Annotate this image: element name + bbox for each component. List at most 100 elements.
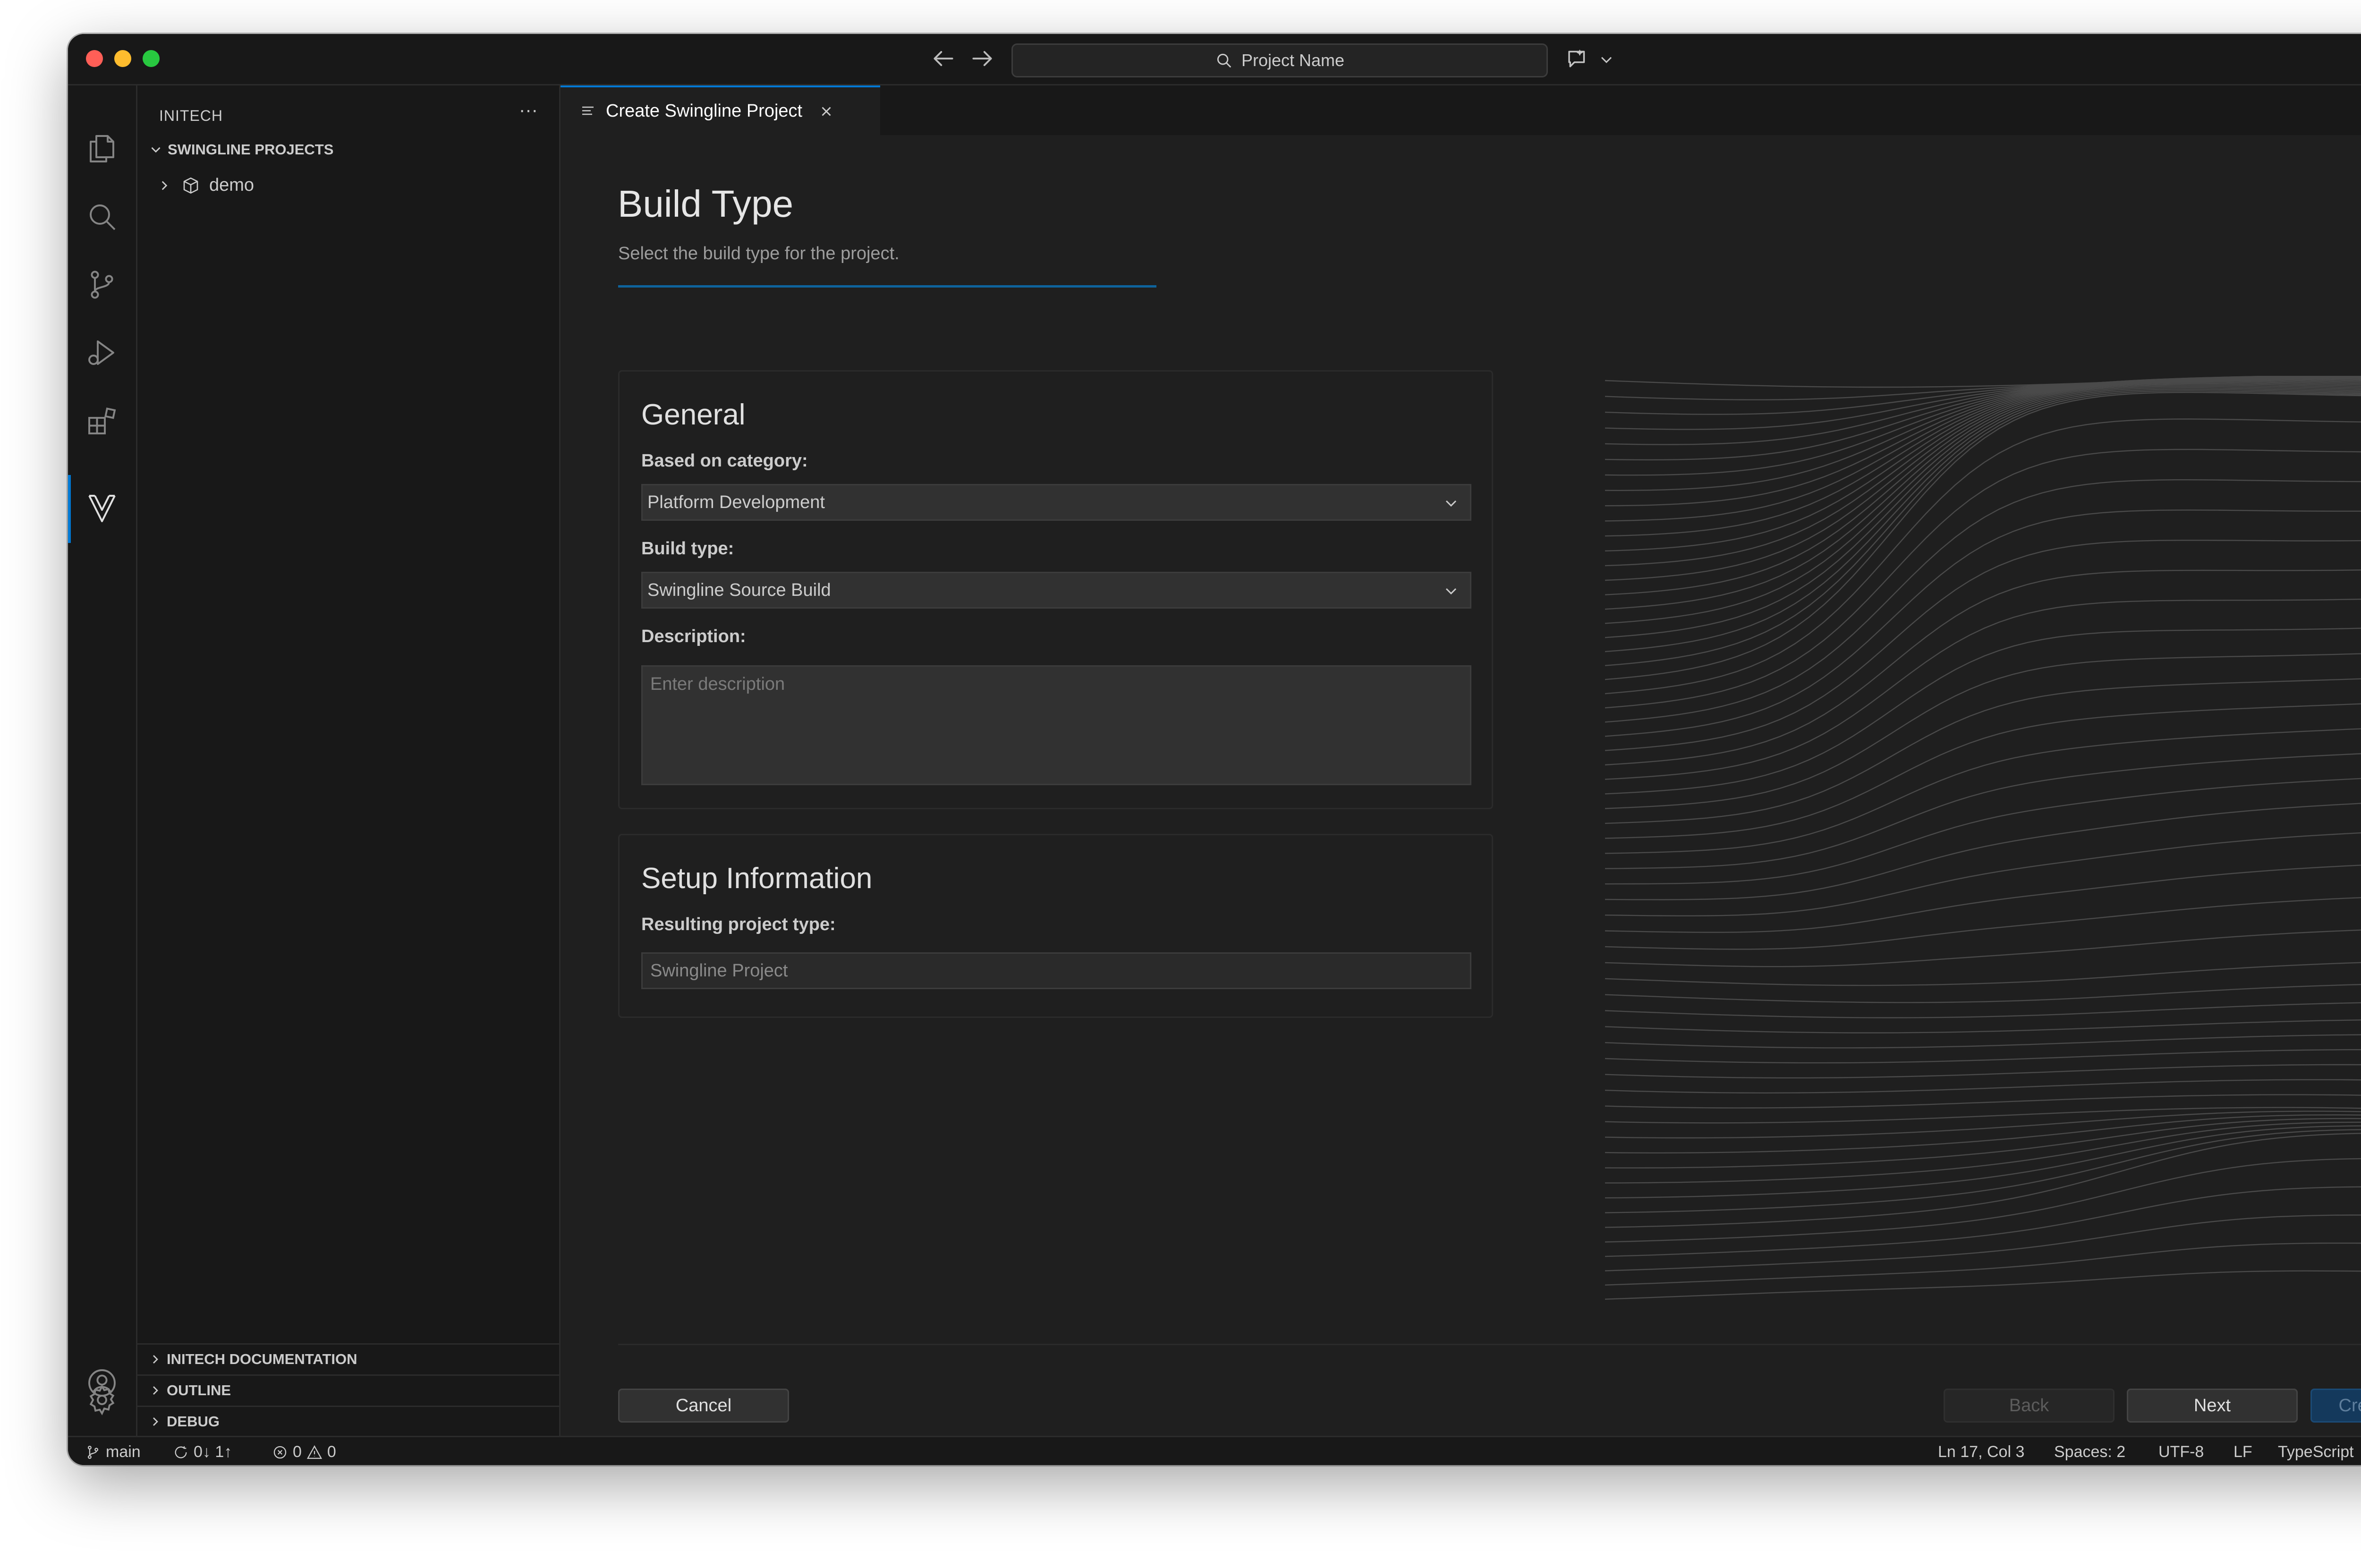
tab-create-swingline-project[interactable]: Create Swingline Project [561,85,880,135]
explorer-icon[interactable] [85,132,119,166]
wave-line [1605,1114,2361,1153]
chevron-down-icon[interactable] [1597,46,1616,72]
step-progress-bar [618,285,1156,288]
debug-section[interactable]: DEBUG [137,1406,559,1436]
sidebar-more-actions[interactable]: ··· [519,100,538,121]
copilot-chat-icon[interactable] [1565,46,1590,72]
wave-line [1605,865,2361,933]
tab-label: Create Swingline Project [606,101,803,121]
cursor-position[interactable]: Ln 17, Col 3 [1938,1443,2024,1461]
window-maximize-button[interactable] [143,50,160,67]
warning-count: 0 [327,1443,336,1461]
active-view-indicator [68,475,71,543]
description-placeholder: Enter description [650,674,785,694]
wave-line [1605,1110,2361,1139]
wave-line [1605,1214,2361,1271]
wave-line [1605,449,2361,709]
swingline-extension-icon[interactable] [85,492,119,525]
language-mode[interactable]: TypeScript [2278,1443,2354,1461]
general-card: General Based on category: Platform Deve… [618,370,1493,809]
wave-line [1605,1002,2361,1018]
next-button[interactable]: Next [2127,1389,2298,1423]
wizard-page: Build Type Select the build type for the… [561,135,2361,1436]
wave-line [1605,1079,2361,1094]
back-button[interactable]: Back [1944,1389,2115,1423]
wave-line [1605,1019,2361,1034]
tree-item-demo[interactable]: demo [156,175,254,195]
build-type-select[interactable]: Swingline Source Build [641,572,1471,609]
result-label: Resulting project type: [641,915,836,934]
encoding[interactable]: UTF-8 [2158,1443,2204,1461]
sync-counts: 0↓ 1↑ [194,1443,232,1461]
decorative-wave-art [1605,376,2361,1301]
error-icon [273,1446,287,1458]
source-control-icon[interactable] [85,268,119,302]
back-arrow-icon[interactable] [930,45,957,72]
wave-line [1605,1133,2361,1228]
tree-item-label: demo [209,175,255,195]
create-project-button[interactable]: Create Project [2310,1389,2361,1423]
description-textarea[interactable]: Enter description [641,665,1471,785]
build-type-value: Swingline Source Build [647,580,831,600]
build-type-label: Build type: [641,539,734,559]
initech-documentation-section[interactable]: INITECH DOCUMENTATION [137,1343,559,1373]
chevron-down-icon [1442,582,1461,601]
command-center-search[interactable]: Project Name [1011,43,1548,77]
wave-line [1605,1242,2361,1286]
extensions-icon[interactable] [85,404,119,438]
status-bar: main 0↓ 1↑ 0 0 Ln 17, Col 3 Spaces: 2 UT… [68,1436,2361,1465]
wave-line [1605,929,2361,967]
wave-line [1605,384,2361,610]
window-close-button[interactable] [86,50,103,67]
wave-line [1605,728,2361,854]
activity-bar [68,85,137,1436]
description-label: Description: [641,627,746,646]
wave-line [1605,377,2361,492]
result-value: Swingline Project [650,960,788,981]
sync-icon [175,1446,187,1458]
package-icon [181,176,201,195]
search-icon[interactable] [85,200,119,234]
section-label: SWINGLINE PROJECTS [168,141,334,158]
wave-line [1605,1270,2361,1300]
end-of-line[interactable]: LF [2234,1443,2252,1461]
wave-line [1605,1064,2361,1079]
preview-icon [579,103,596,120]
cancel-button[interactable]: Cancel [618,1389,789,1423]
title-bar: Project Name [68,34,2361,85]
warning-icon [306,1445,323,1459]
category-select[interactable]: Platform Development [641,484,1471,521]
run-and-debug-icon[interactable] [85,336,119,370]
wave-line [1605,1034,2361,1049]
wave-line [1605,1107,2361,1124]
branch-name: main [106,1443,141,1461]
problems-status[interactable]: 0 0 [272,1443,336,1461]
chevron-right-icon [156,178,172,194]
category-value: Platform Development [647,492,825,512]
primary-sidebar: INITECH ··· SWINGLINE PROJECTS demo INIT… [137,85,561,1436]
swingline-projects-section[interactable]: SWINGLINE PROJECTS [148,141,333,158]
wave-line [1605,897,2361,950]
sync-status[interactable]: 0↓ 1↑ [173,1443,232,1461]
manage-gear-icon[interactable] [85,1383,119,1417]
wave-line [1605,381,2361,567]
search-icon [1215,51,1233,69]
outline-section[interactable]: OUTLINE [137,1374,559,1405]
close-icon[interactable] [818,103,834,119]
window-minimize-button[interactable] [114,50,131,67]
section-label: OUTLINE [167,1382,231,1398]
page-title: Build Type [618,183,794,225]
branch-status[interactable]: main [85,1443,141,1461]
git-branch-icon [87,1445,99,1459]
chevron-down-icon [148,142,164,158]
wave-line [1605,962,2361,986]
error-count: 0 [293,1443,302,1461]
wave-lines-illustration [1605,376,2361,1300]
sidebar-title: INITECH [159,107,223,124]
page-subtitle: Select the build type for the project. [618,244,900,263]
chevron-right-icon [153,1417,158,1426]
section-label: INITECH DOCUMENTATION [167,1350,357,1367]
wave-line [1605,778,2361,885]
forward-arrow-icon[interactable] [969,45,995,72]
indentation[interactable]: Spaces: 2 [2054,1443,2125,1461]
